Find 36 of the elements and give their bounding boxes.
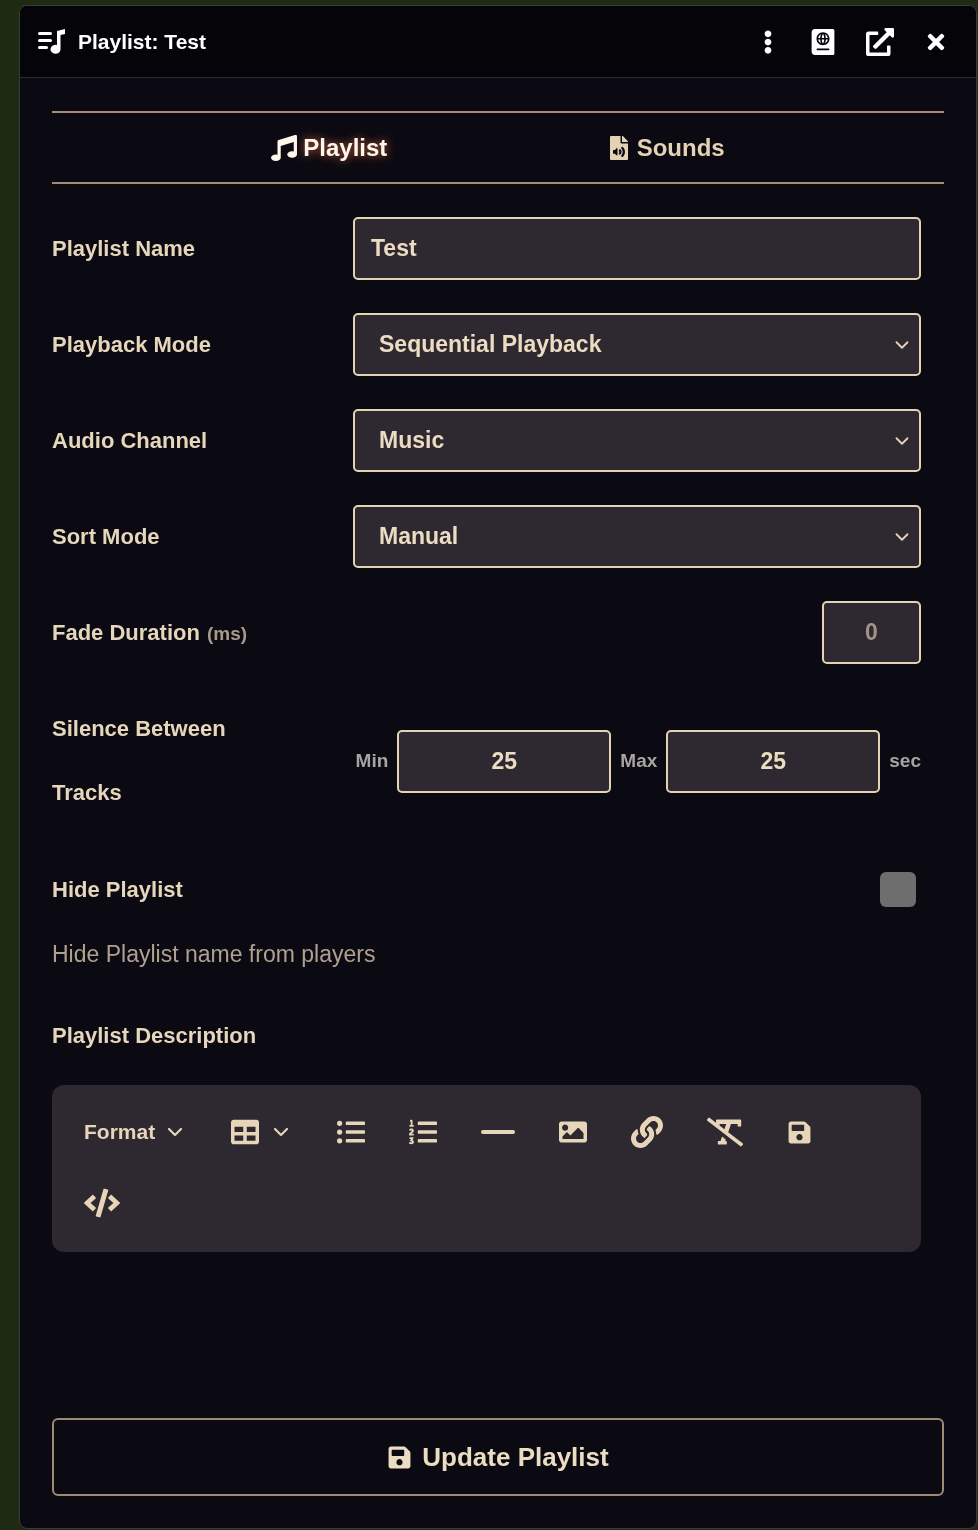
save-icon[interactable] [787,1119,813,1145]
field-label: Silence Between Tracks [52,715,227,807]
dropdown-field[interactable]: Music [353,409,921,472]
hint-text: Hide Playlist name from players [52,940,377,969]
text-field[interactable]: Test [353,217,921,280]
music-note-icon [271,134,298,161]
field-label: Audio Channel [52,427,209,455]
format-menu-button[interactable]: Format [84,1112,188,1152]
max-label: Max [620,748,658,773]
link-icon[interactable] [631,1116,664,1148]
external-link-icon[interactable] [866,27,894,56]
min-label: Min [355,748,389,773]
field-label: Sort Mode [52,523,161,551]
save-icon [387,1444,413,1470]
passport-icon[interactable] [810,28,836,55]
tab[interactable]: Playlist [271,129,388,166]
bulleted-list-icon[interactable] [337,1118,366,1146]
unit-label: (ms) [206,622,248,646]
field-label: Hide Playlist [52,876,184,904]
field-label: Playback Mode [52,331,212,359]
tab[interactable]: Sounds [606,129,725,166]
checkbox[interactable] [880,872,916,907]
unit-label: sec [889,748,921,773]
update-playlist-button[interactable]: Update Playlist [52,1418,944,1496]
numbered-list-icon[interactable] [409,1118,438,1146]
window-title: Playlist: Test [78,28,206,55]
table-icon[interactable] [231,1118,260,1146]
dropdown-field[interactable]: Sequential Playback [353,313,921,376]
dropdown-field[interactable]: Manual [353,505,921,568]
music-list-icon [38,28,66,55]
min-field[interactable]: 25 [397,729,612,793]
number-field[interactable]: 0 [822,601,921,664]
field-label: Playlist Name [52,235,197,263]
section-label: Playlist Description [52,1022,258,1050]
field-label: Fade Duration [52,619,200,647]
max-field[interactable]: 25 [666,729,881,793]
